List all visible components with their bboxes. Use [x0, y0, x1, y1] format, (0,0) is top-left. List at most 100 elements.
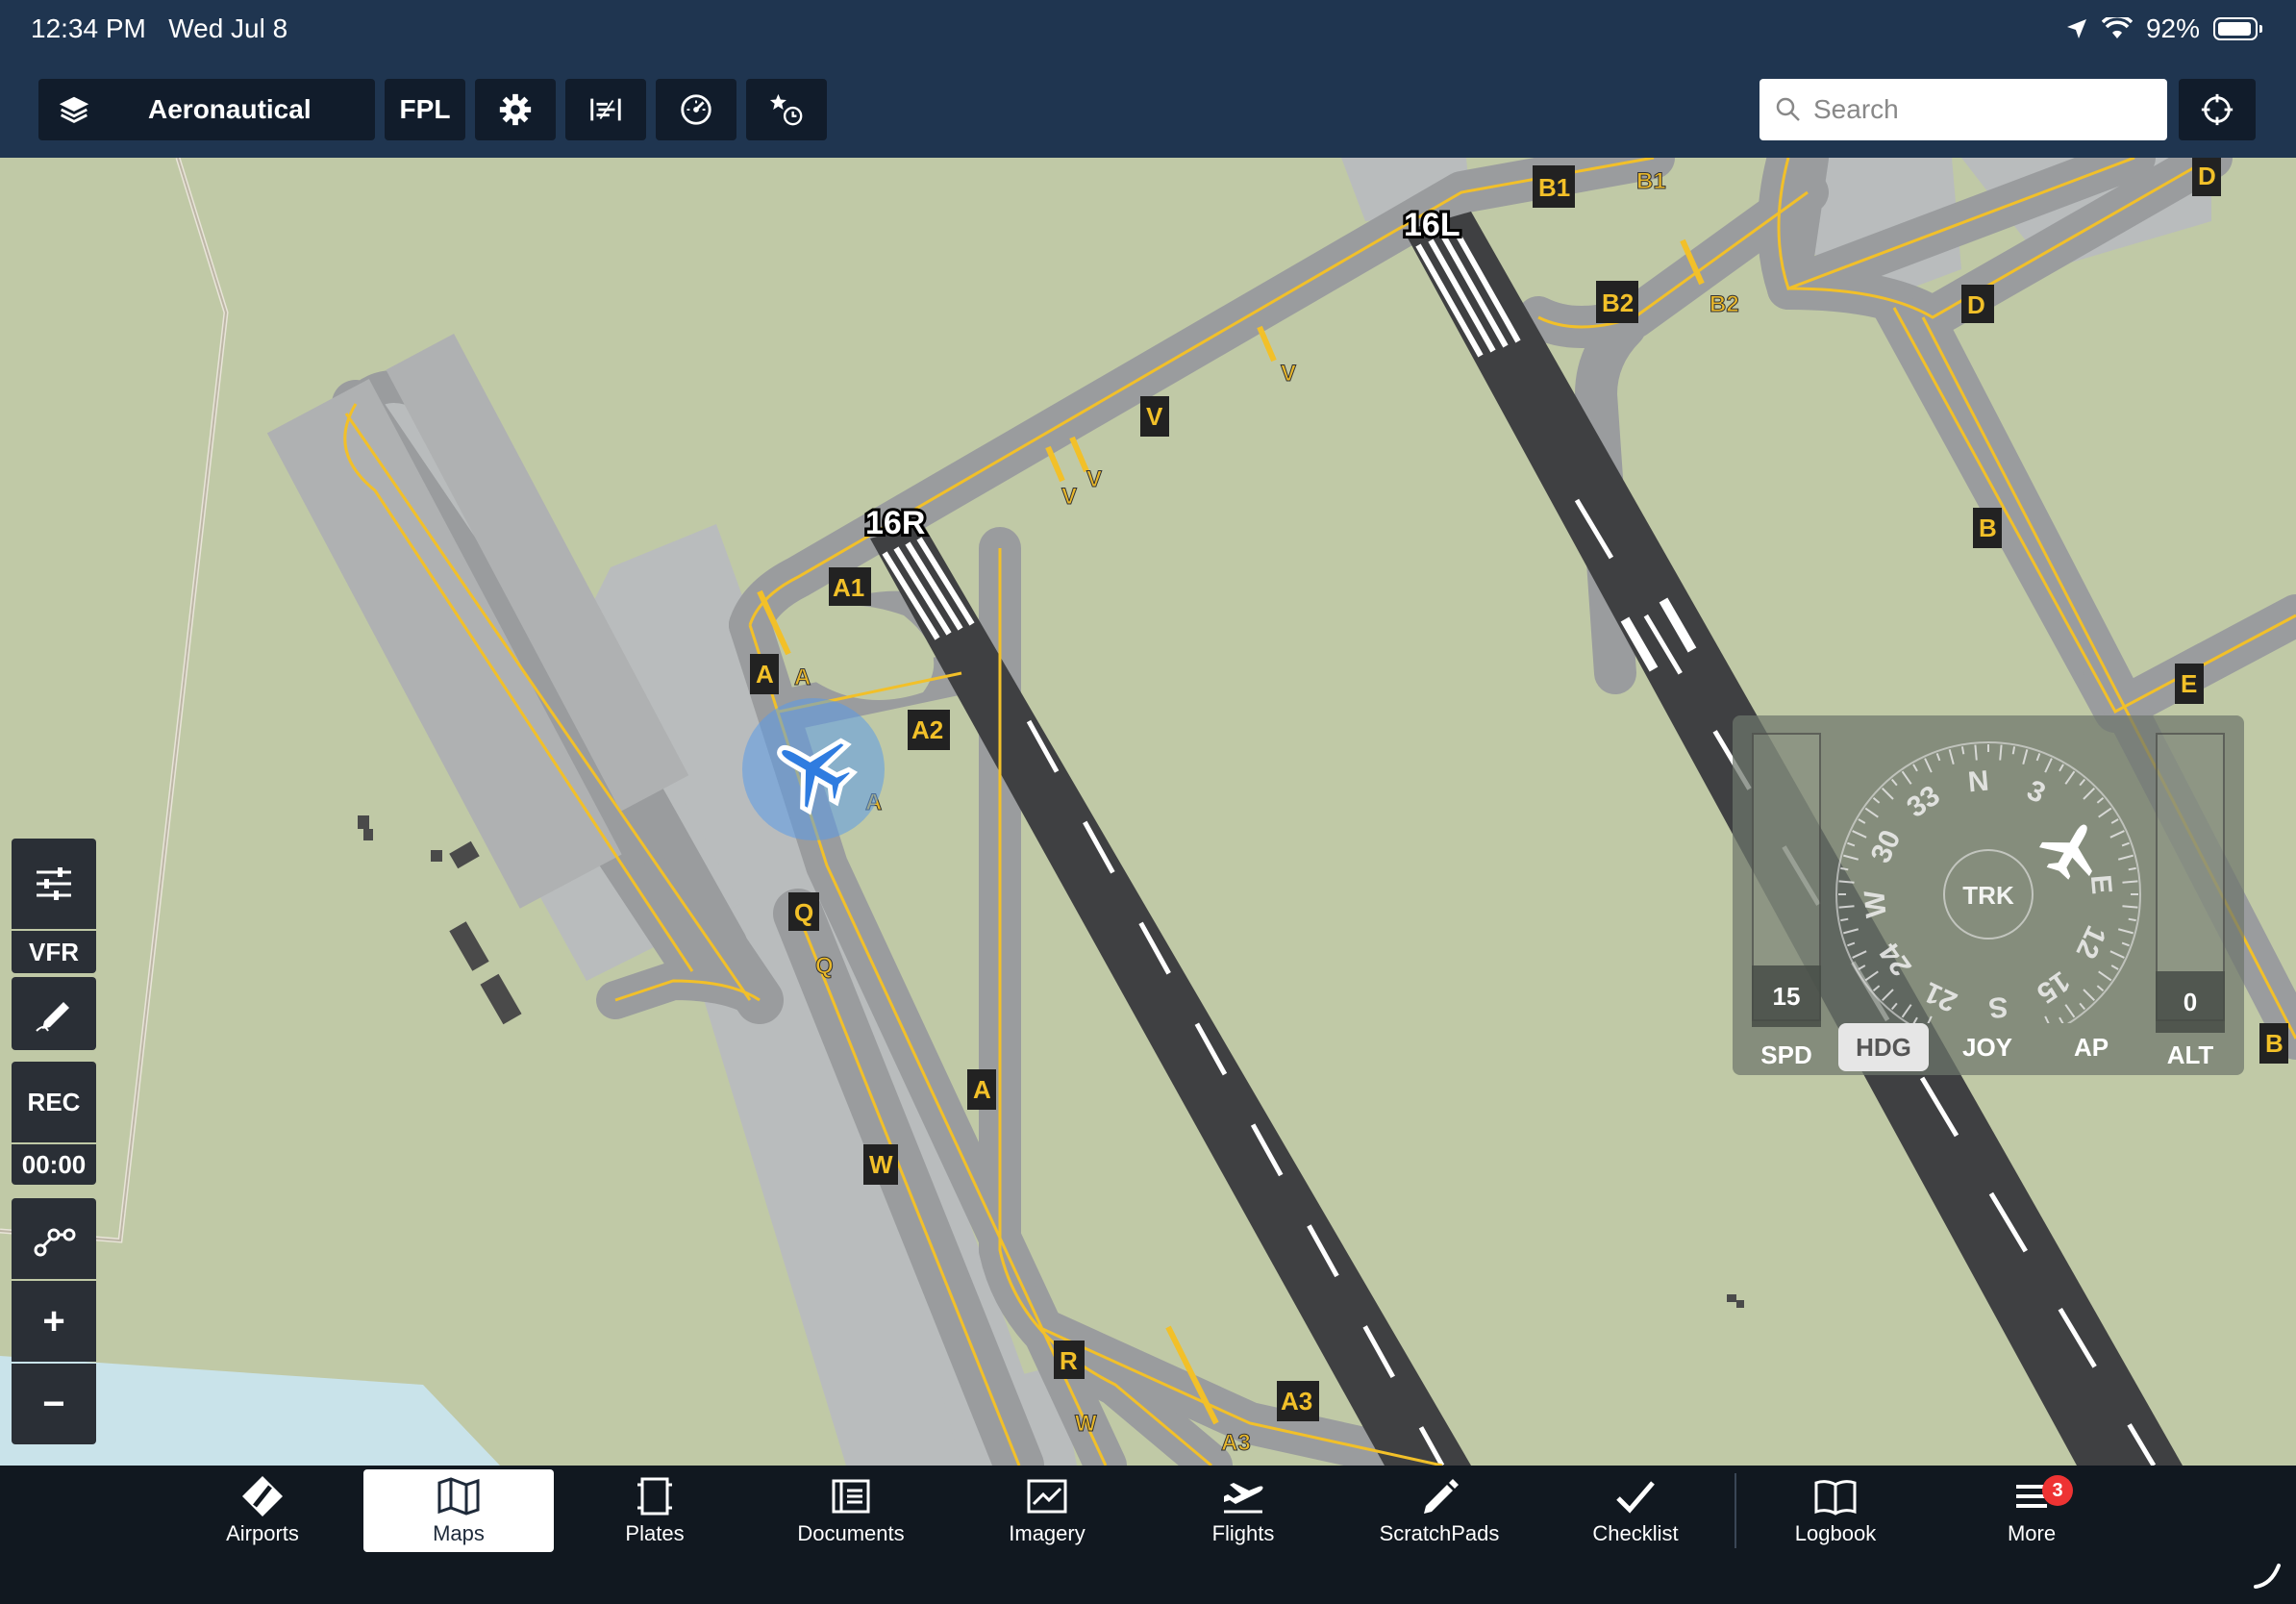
speed-value: 15 — [1752, 965, 1821, 1027]
hdg-mode-button[interactable]: HDG — [1838, 1023, 1929, 1071]
battery-percent: 92% — [2145, 13, 2200, 43]
route-button[interactable] — [12, 1198, 96, 1279]
fpl-button[interactable]: FPL — [385, 79, 465, 140]
compass-rose[interactable]: TRK N 3 E 1215 S 2124 W 3033 — [1831, 739, 2146, 1023]
scratchpads-icon — [1424, 1479, 1459, 1514]
tab-checklist[interactable]: Checklist — [1540, 1469, 1731, 1552]
fpl-label: FPL — [399, 94, 451, 124]
recents-button[interactable] — [746, 79, 827, 140]
svg-text:B1: B1 — [1538, 173, 1570, 202]
zoom-in-button[interactable]: + — [12, 1281, 96, 1362]
compass-mark: 33 — [1901, 780, 1945, 824]
compass-mark: E — [2084, 873, 2118, 895]
tab-label: Checklist — [1592, 1521, 1679, 1545]
svg-text:D: D — [1967, 290, 1985, 319]
flights-icon — [1224, 1483, 1263, 1514]
tab-label: ScratchPads — [1379, 1521, 1500, 1545]
runway-16r-label: 16R — [865, 505, 925, 541]
settings-button[interactable] — [475, 79, 556, 140]
svg-text:V: V — [1086, 466, 1102, 492]
tab-more[interactable]: More 3 — [1936, 1469, 2127, 1552]
rec-label: REC — [27, 1087, 81, 1116]
top-bar: 12:34 PM Wed Jul 8 92% Aeronautical FPL — [0, 0, 2296, 158]
instruments-button[interactable] — [656, 79, 736, 140]
status-indicators: 92% — [2065, 13, 2262, 44]
svg-text:A: A — [756, 660, 774, 689]
wind-profile-button[interactable] — [565, 79, 646, 140]
svg-text:B: B — [2265, 1029, 2284, 1058]
svg-text:A3: A3 — [1281, 1387, 1312, 1416]
compass-mark: 24 — [1873, 937, 1917, 982]
compass-mark: 12 — [2069, 921, 2111, 964]
ap-label: AP — [2073, 1032, 2109, 1062]
documents-icon — [832, 1479, 870, 1514]
tab-label: Logbook — [1794, 1521, 1877, 1545]
compass-mark: 21 — [1919, 975, 1961, 1017]
vfr-mode-button[interactable]: VFR — [12, 931, 96, 973]
more-badge: 3 — [2042, 1475, 2073, 1506]
tab-airports[interactable]: Airports — [167, 1469, 358, 1552]
status-time: 12:34 PM — [31, 13, 146, 43]
sliders-icon — [37, 867, 71, 900]
compass-mark: 3 — [2022, 774, 2050, 810]
search-box[interactable] — [1759, 79, 2167, 140]
svg-text:A: A — [794, 664, 811, 690]
status-date: Wed Jul 8 — [168, 13, 288, 43]
joy-label: JOY — [1961, 1032, 2013, 1062]
svg-text:Q: Q — [815, 953, 834, 979]
status-time-date: 12:34 PM Wed Jul 8 — [31, 13, 287, 44]
battery-icon — [2213, 17, 2262, 40]
tab-plates[interactable]: Plates — [560, 1469, 750, 1552]
tab-maps[interactable]: Maps — [363, 1469, 554, 1552]
rec-time: 00:00 — [21, 1149, 87, 1179]
tab-label: Documents — [797, 1521, 905, 1545]
hdg-label: HDG — [1856, 1032, 1911, 1062]
ap-mode-button[interactable]: AP — [2046, 1023, 2136, 1071]
tab-label: Plates — [625, 1521, 685, 1545]
svg-text:E: E — [2181, 669, 2197, 698]
record-button[interactable]: REC — [12, 1062, 96, 1142]
compass-mark: S — [1987, 990, 2009, 1023]
crosshair-icon — [2201, 93, 2234, 126]
ownship-aircraft — [742, 698, 885, 840]
joy-mode-button[interactable]: JOY — [1942, 1023, 2033, 1071]
wind-profile-icon — [590, 98, 621, 121]
svg-text:A3: A3 — [1221, 1430, 1251, 1456]
runway-16l-label: 16L — [1404, 207, 1460, 243]
map-settings-button[interactable] — [12, 839, 96, 929]
gear-icon — [499, 93, 532, 126]
airports-icon — [242, 1476, 283, 1516]
search-icon — [1776, 97, 1800, 121]
plates-icon — [637, 1477, 672, 1516]
route-icon — [34, 1228, 76, 1257]
location-arrow-icon — [2066, 19, 2086, 38]
draw-button[interactable] — [12, 977, 96, 1050]
bottom-tab-bar: Airports Maps Plates Documents Imagery F… — [0, 1466, 2296, 1604]
imagery-icon — [1027, 1479, 1067, 1514]
compass-mark: W — [1859, 889, 1892, 919]
tab-logbook[interactable]: Logbook — [1740, 1469, 1931, 1552]
tab-label: Imagery — [1009, 1521, 1086, 1545]
zoom-out-button[interactable]: − — [12, 1364, 96, 1444]
layers-icon — [59, 96, 89, 123]
wifi-icon — [2101, 17, 2133, 38]
phone-icon — [2254, 1564, 2281, 1589]
search-input[interactable] — [1811, 93, 2142, 126]
tab-documents[interactable]: Documents — [756, 1469, 946, 1552]
tab-label: Maps — [433, 1521, 485, 1545]
compass-mark: 15 — [2031, 965, 2075, 1009]
tab-flights[interactable]: Flights — [1148, 1469, 1338, 1552]
record-timer: 00:00 — [12, 1144, 96, 1185]
compass-mark: N — [1967, 765, 1990, 799]
svg-text:V: V — [1146, 402, 1163, 431]
logbook-icon — [1814, 1480, 1857, 1516]
altitude-value: 0 — [2156, 971, 2225, 1033]
tab-imagery[interactable]: Imagery — [952, 1469, 1142, 1552]
layer-label: Aeronautical — [148, 94, 312, 124]
svg-text:A: A — [973, 1075, 991, 1104]
center-location-button[interactable] — [2179, 79, 2256, 140]
compass-center-label: TRK — [1962, 881, 2014, 910]
layers-button[interactable]: Aeronautical — [38, 79, 375, 140]
svg-text:V: V — [1281, 361, 1296, 387]
tab-scratchpads[interactable]: ScratchPads — [1344, 1469, 1535, 1552]
